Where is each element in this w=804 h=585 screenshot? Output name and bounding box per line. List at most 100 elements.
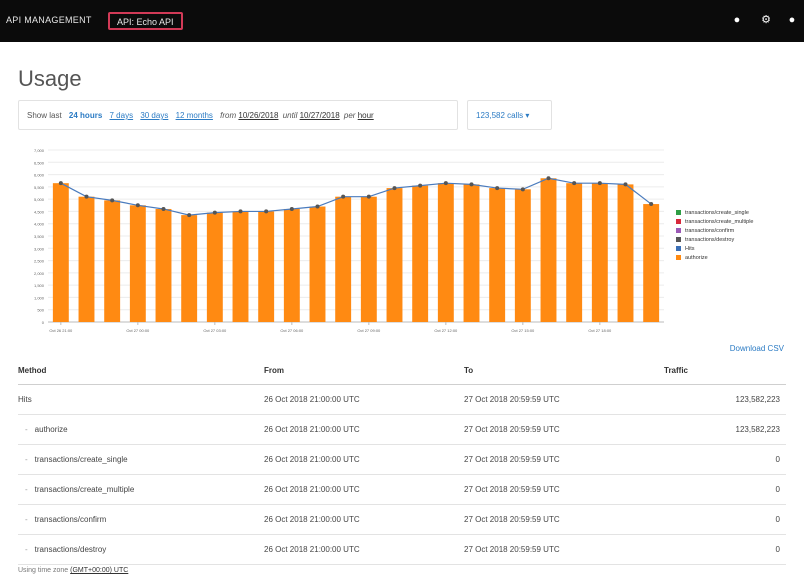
legend-item[interactable]: Hits xyxy=(676,244,753,253)
bar-authorize xyxy=(386,188,403,322)
bar-authorize xyxy=(104,200,121,322)
api-selector[interactable]: API: Echo API xyxy=(108,12,183,30)
bar-authorize xyxy=(566,183,583,322)
bar-authorize xyxy=(181,215,198,322)
point-hits xyxy=(289,206,294,211)
row-method: transactions/confirm xyxy=(18,504,264,535)
bar-authorize xyxy=(283,208,300,322)
y-tick-label: 6,500 xyxy=(34,160,45,165)
x-tick-label: Oct 27 18:00 xyxy=(588,328,612,333)
granularity-select[interactable]: hour xyxy=(358,111,374,120)
point-hits xyxy=(264,209,269,214)
y-tick-label: 500 xyxy=(37,308,44,313)
x-tick-label: Oct 27 00:00 xyxy=(126,328,150,333)
help-icon[interactable]: ● xyxy=(731,14,743,26)
chevron-down-icon: ▾ xyxy=(525,111,530,120)
legend-label: transactions/destroy xyxy=(685,236,735,243)
brand-label[interactable]: API MANAGEMENT xyxy=(6,15,92,25)
x-tick-label: Oct 27 06:00 xyxy=(280,328,304,333)
y-tick-label: 4,000 xyxy=(34,222,45,227)
header-from[interactable]: From xyxy=(264,358,464,385)
row-to: 27 Oct 2018 20:59:59 UTC xyxy=(464,474,664,505)
bar-authorize xyxy=(155,208,172,322)
chart-legend: transactions/create_single transactions/c… xyxy=(676,208,753,262)
y-tick-label: 4,500 xyxy=(34,209,45,214)
legend-item[interactable]: transactions/confirm xyxy=(676,226,753,235)
table-row: transactions/destroy26 Oct 2018 21:00:00… xyxy=(18,534,786,565)
top-navigation-bar: API MANAGEMENT API: Echo API ● ⚙ ● xyxy=(0,0,804,42)
bar-authorize xyxy=(463,184,480,322)
y-tick-label: 1,000 xyxy=(34,295,45,300)
from-date-picker[interactable]: 10/26/2018 xyxy=(238,111,278,120)
point-hits xyxy=(520,187,525,192)
point-hits xyxy=(572,181,577,186)
point-hits xyxy=(84,194,89,199)
row-from: 26 Oct 2018 21:00:00 UTC xyxy=(264,534,464,565)
y-tick-label: 5,000 xyxy=(34,197,45,202)
until-label: until xyxy=(282,111,298,120)
header-traffic[interactable]: Traffic xyxy=(664,358,786,385)
x-tick-label: Oct 27 15:00 xyxy=(511,328,535,333)
bar-authorize xyxy=(437,183,454,322)
table-row: transactions/create_multiple26 Oct 2018 … xyxy=(18,474,786,505)
point-hits xyxy=(392,186,397,191)
legend-swatch xyxy=(676,210,681,215)
row-from: 26 Oct 2018 21:00:00 UTC xyxy=(264,504,464,535)
header-method[interactable]: Method xyxy=(18,358,264,385)
bar-authorize xyxy=(489,188,506,322)
download-csv-link[interactable]: Download CSV xyxy=(730,344,784,353)
point-hits xyxy=(238,209,243,214)
timezone-link[interactable]: (GMT+00:00) UTC xyxy=(70,567,128,574)
range-option-12-months[interactable]: 12 months xyxy=(176,111,213,120)
point-hits xyxy=(597,181,602,186)
per-label: per xyxy=(343,111,356,120)
user-icon[interactable]: ● xyxy=(786,14,798,26)
range-option-24-hours[interactable]: 24 hours xyxy=(69,111,102,120)
point-hits xyxy=(623,182,628,187)
x-tick-label: Oct 26 21:00 xyxy=(49,328,73,333)
row-traffic: 123,582,223 xyxy=(664,384,786,415)
y-tick-label: 0 xyxy=(42,320,45,325)
bar-authorize xyxy=(206,212,223,322)
point-hits xyxy=(58,181,63,186)
point-hits xyxy=(315,204,320,209)
point-hits xyxy=(366,194,371,199)
legend-item[interactable]: transactions/create_single xyxy=(676,208,753,217)
legend-item[interactable]: transactions/create_multiple xyxy=(676,217,753,226)
y-tick-label: 3,000 xyxy=(34,246,45,251)
legend-item[interactable]: transactions/destroy xyxy=(676,235,753,244)
range-option-7-days[interactable]: 7 days xyxy=(110,111,134,120)
point-hits xyxy=(546,176,551,181)
row-from: 26 Oct 2018 21:00:00 UTC xyxy=(264,444,464,475)
legend-item[interactable]: authorize xyxy=(676,253,753,262)
row-traffic: 0 xyxy=(664,474,786,505)
table-row: Hits 26 Oct 2018 21:00:00 UTC 27 Oct 2018 … xyxy=(18,384,786,415)
bar-authorize xyxy=(360,196,377,322)
row-to: 27 Oct 2018 20:59:59 UTC xyxy=(464,414,664,445)
row-to: 27 Oct 2018 20:59:59 UTC xyxy=(464,504,664,535)
y-tick-label: 7,000 xyxy=(34,148,45,153)
show-last-label: Show last xyxy=(27,111,62,120)
metric-dropdown[interactable]: 123,582 calls ▾ xyxy=(467,100,552,130)
from-label: from xyxy=(220,111,237,120)
legend-label: transactions/create_multiple xyxy=(685,218,754,225)
bar-authorize xyxy=(232,211,249,322)
bar-authorize xyxy=(52,183,69,322)
y-tick-label: 6,000 xyxy=(34,173,45,178)
legend-label: transactions/create_single xyxy=(685,209,749,216)
bar-authorize xyxy=(258,211,275,322)
until-date-picker[interactable]: 10/27/2018 xyxy=(300,111,340,120)
timezone-note: Using time zone (GMT+00:00) UTC xyxy=(18,567,128,574)
point-hits xyxy=(187,213,192,218)
x-tick-label: Oct 27 03:00 xyxy=(203,328,227,333)
settings-icon[interactable]: ⚙ xyxy=(760,14,772,26)
point-hits xyxy=(443,181,448,186)
legend-swatch xyxy=(676,255,681,260)
table-header-row: Method From To Traffic xyxy=(18,358,786,385)
legend-swatch xyxy=(676,219,681,224)
x-tick-label: Oct 27 12:00 xyxy=(434,328,458,333)
header-to[interactable]: To xyxy=(464,358,664,385)
range-option-30-days[interactable]: 30 days xyxy=(140,111,168,120)
bar-authorize xyxy=(309,206,326,322)
page-title: Usage xyxy=(18,66,82,91)
